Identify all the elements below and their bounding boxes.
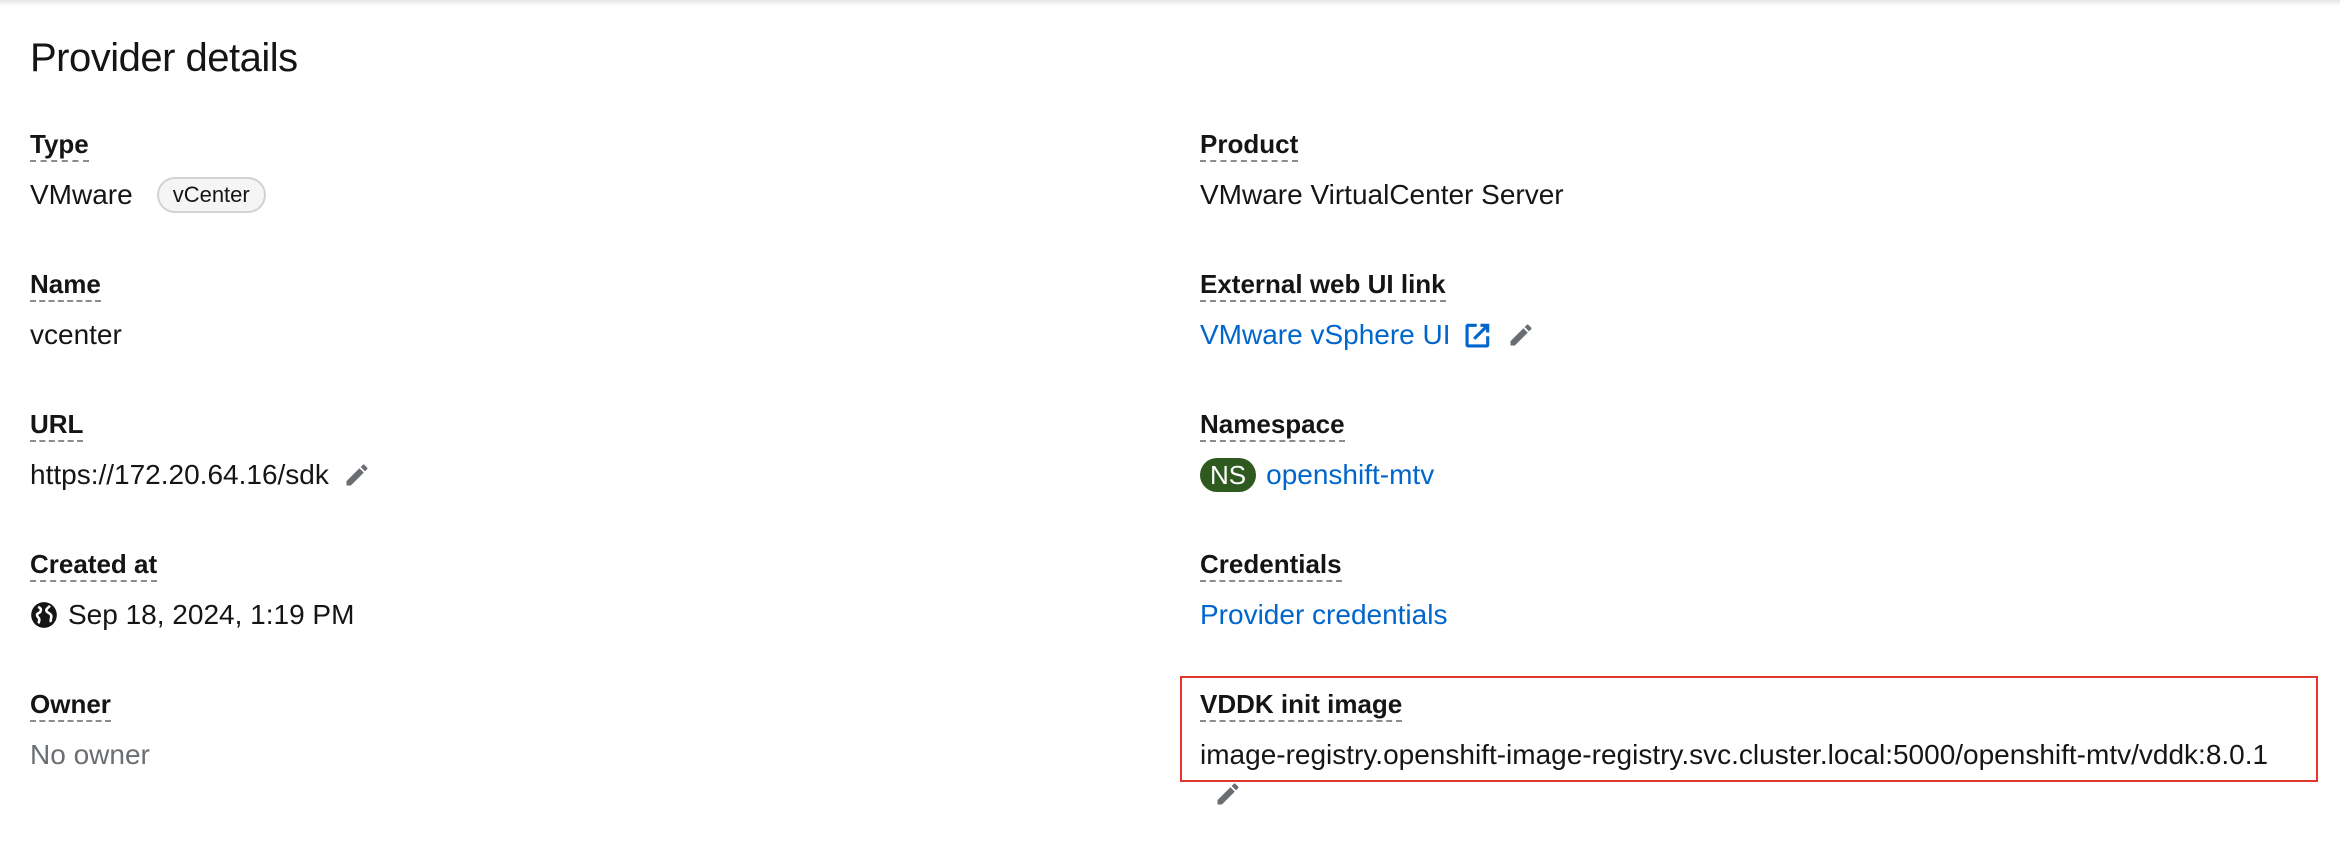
field-product: Product VMware VirtualCenter Server	[1200, 128, 1564, 214]
field-namespace: Namespace NS openshift-mtv	[1200, 408, 1434, 494]
external-ui-value-row: VMware vSphere UI	[1200, 316, 1535, 354]
field-url: URL https://172.20.64.16/sdk	[30, 408, 371, 494]
page-title: Provider details	[30, 36, 298, 80]
owner-value: No owner	[30, 739, 150, 770]
created-at-value-row: Sep 18, 2024, 1:19 PM	[30, 596, 354, 634]
pencil-icon[interactable]	[343, 461, 371, 489]
vddk-label[interactable]: VDDK init image	[1200, 688, 1403, 722]
namespace-label[interactable]: Namespace	[1200, 408, 1345, 442]
namespace-badge: NS	[1200, 458, 1257, 492]
external-link-icon[interactable]	[1463, 320, 1493, 350]
external-ui-label[interactable]: External web UI link	[1200, 268, 1446, 302]
namespace-link[interactable]: openshift-mtv	[1266, 456, 1434, 494]
name-value-row: vcenter	[30, 316, 122, 354]
product-value-row: VMware VirtualCenter Server	[1200, 176, 1564, 214]
name-value: vcenter	[30, 319, 122, 350]
url-value: https://172.20.64.16/sdk	[30, 459, 329, 490]
product-label[interactable]: Product	[1200, 128, 1299, 162]
name-label[interactable]: Name	[30, 268, 101, 302]
field-external-web-ui: External web UI link VMware vSphere UI	[1200, 268, 1535, 354]
field-name: Name vcenter	[30, 268, 122, 354]
owner-label[interactable]: Owner	[30, 688, 111, 722]
created-at-label[interactable]: Created at	[30, 548, 158, 582]
header-shadow	[0, 0, 2340, 6]
globe-icon	[30, 601, 58, 629]
field-type: Type VMware vCenter	[30, 128, 266, 214]
owner-value-row: No owner	[30, 736, 150, 774]
credentials-value-row: Provider credentials	[1200, 596, 1447, 634]
type-label[interactable]: Type	[30, 128, 89, 162]
field-vddk-init-image: VDDK init image image-registry.openshift…	[1200, 688, 2268, 813]
vddk-value-row: image-registry.openshift-image-registry.…	[1200, 736, 2268, 774]
url-value-row: https://172.20.64.16/sdk	[30, 456, 371, 494]
field-credentials: Credentials Provider credentials	[1200, 548, 1447, 634]
url-label[interactable]: URL	[30, 408, 84, 442]
vddk-value: image-registry.openshift-image-registry.…	[1200, 739, 2269, 770]
type-value: VMware	[30, 179, 133, 210]
pencil-icon[interactable]	[1507, 321, 1535, 349]
product-value: VMware VirtualCenter Server	[1200, 179, 1564, 210]
credentials-label[interactable]: Credentials	[1200, 548, 1342, 582]
field-owner: Owner No owner	[30, 688, 150, 774]
type-badge: vCenter	[156, 177, 266, 213]
type-value-row: VMware vCenter	[30, 176, 266, 214]
field-created-at: Created at Sep 18, 2024, 1:19 PM	[30, 548, 354, 634]
provider-credentials-link[interactable]: Provider credentials	[1200, 596, 1447, 634]
vsphere-ui-link[interactable]: VMware vSphere UI	[1200, 316, 1451, 354]
namespace-value-row: NS openshift-mtv	[1200, 456, 1434, 494]
pencil-icon[interactable]	[1214, 780, 1242, 808]
created-at-value: Sep 18, 2024, 1:19 PM	[68, 599, 355, 630]
